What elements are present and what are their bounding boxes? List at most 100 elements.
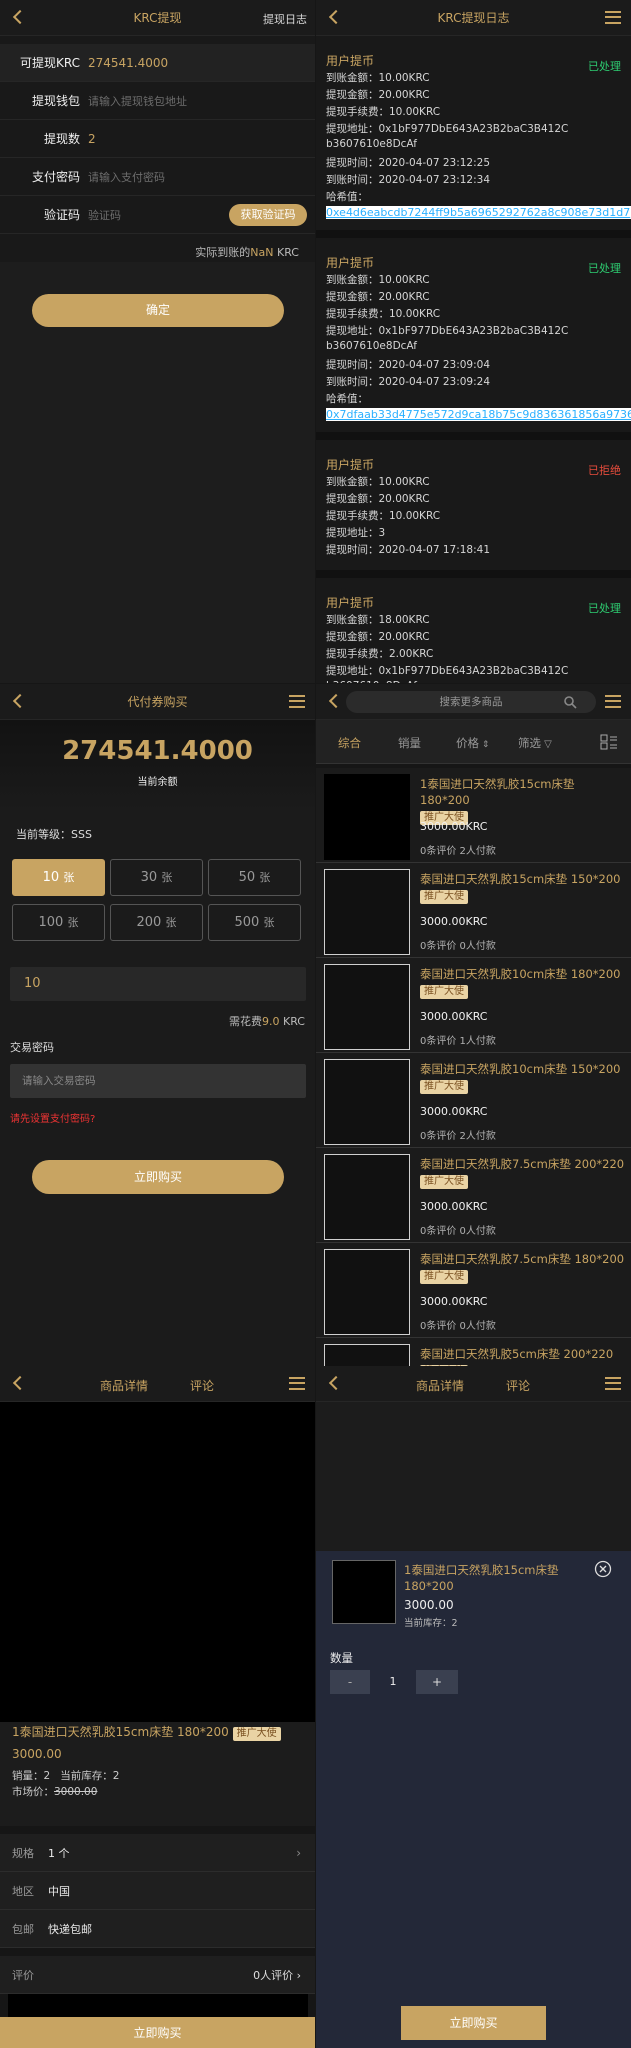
log-line: 提现金额：20.00KRC xyxy=(326,89,430,101)
fee-text: 需花费9.0 KRC xyxy=(229,1015,305,1028)
back-icon[interactable] xyxy=(326,693,342,709)
product-price: 3000.00KRC xyxy=(420,1295,488,1308)
product-item[interactable]: 泰国进口天然乳胶10cm床垫 180*200 推广大使 3000.00KRC 0条评价… xyxy=(316,958,631,1053)
product-price: 3000.00KRC xyxy=(420,820,488,833)
log-line: 提现时间：2020-04-07 23:12:25 xyxy=(326,157,491,169)
product-price: 3000.00KRC xyxy=(420,1105,488,1118)
log-line: 提现地址：0x1bF977DbE643A23B2baC3B412C xyxy=(326,665,569,677)
trade-password-input[interactable]: 请输入交易密码 xyxy=(10,1064,306,1098)
code-input[interactable]: 验证码 xyxy=(88,207,121,223)
header: 商品详情 评论 xyxy=(316,1366,631,1402)
level-text: 当前等级：SSS xyxy=(16,828,92,841)
review-row[interactable]: 评价 0人评价 › xyxy=(0,1956,315,1994)
menu-icon[interactable] xyxy=(289,695,305,708)
product-item[interactable]: 泰国进口天然乳胶10cm床垫 150*200 推广大使 3000.00KRC 0条评价… xyxy=(316,1053,631,1148)
product-image xyxy=(324,964,410,1050)
log-line: 到账金额：10.00KRC xyxy=(326,72,430,84)
product-meta: 0条评价 2人付款 xyxy=(420,846,496,857)
tab-general[interactable]: 综合 xyxy=(338,735,361,751)
back-icon[interactable] xyxy=(326,1375,342,1391)
back-icon[interactable] xyxy=(10,693,26,709)
wallet-input[interactable]: 请输入提现钱包地址 xyxy=(88,93,187,109)
layout-toggle-icon[interactable] xyxy=(600,734,618,750)
withdraw-log-link[interactable]: 提现日志 xyxy=(263,11,307,27)
hash-link[interactable]: 0xe4d6eabcdb7244ff9b5a6965292762a8c908e7… xyxy=(326,206,631,219)
menu-icon[interactable] xyxy=(605,1377,621,1390)
back-icon[interactable] xyxy=(10,1375,26,1391)
balance-amount: 274541.4000 xyxy=(62,736,253,766)
confirm-button[interactable]: 确定 xyxy=(32,294,284,327)
minus-button[interactable]: - xyxy=(330,1670,370,1694)
log-title: 用户提币 xyxy=(326,458,375,472)
log-line: 提现手续费：2.00KRC xyxy=(326,648,434,660)
close-icon[interactable] xyxy=(594,1560,612,1578)
buy-now-button[interactable]: 立即购买 xyxy=(0,2017,315,2048)
log-status: 已处理 xyxy=(588,60,621,73)
plus-button[interactable]: + xyxy=(416,1670,458,1694)
hash-link[interactable]: 0x7dfaab33d4775e572d9ca18b75c9d836361856… xyxy=(326,408,631,421)
menu-icon[interactable] xyxy=(605,695,621,708)
log-line: 提现手续费：10.00KRC xyxy=(326,106,441,118)
product-item[interactable]: 泰国进口天然乳胶7.5cm床垫 180*200 推广大使 3000.00KRC 0条评… xyxy=(316,1243,631,1338)
promo-tag: 推广大使 xyxy=(420,890,468,904)
product-price: 3000.00 xyxy=(12,1747,62,1761)
quantity-chip[interactable]: 30 张 xyxy=(110,859,203,896)
log-line: 提现金额：20.00KRC xyxy=(326,493,430,505)
tab-comment[interactable]: 评论 xyxy=(190,1377,214,1394)
product-name: 泰国进口天然乳胶10cm床垫 150*200 推广大使 xyxy=(420,1062,621,1094)
quantity-chip[interactable]: 10 张 xyxy=(12,859,105,896)
password-label: 支付密码 xyxy=(31,170,80,184)
product-name: 泰国进口天然乳胶7.5cm床垫 200*220 推广大使 xyxy=(420,1157,625,1189)
log-line: 到账金额：18.00KRC xyxy=(326,614,430,626)
tab-price[interactable]: 价格 ⇕ xyxy=(456,735,489,751)
product-item[interactable]: 泰国进口天然乳胶5cm床垫 200*220推广大使 xyxy=(316,1338,631,1367)
buy-now-button[interactable]: 立即购买 xyxy=(32,1160,284,1194)
arrival-text: 实际到账的NaN KRC xyxy=(195,246,299,259)
product-item[interactable]: 泰国进口天然乳胶15cm床垫 150*200 推广大使 3000.00KRC 0条评价… xyxy=(316,863,631,958)
quantity-chip[interactable]: 100 张 xyxy=(12,904,105,941)
menu-icon[interactable] xyxy=(605,11,621,24)
shipping-row: 包邮 快递包邮 xyxy=(0,1910,315,1948)
sort-icon: ⇕ xyxy=(479,740,490,750)
spec-row[interactable]: 规格 1 个 › xyxy=(0,1834,315,1872)
sales-stock: 销量：2 当前库存：2 xyxy=(12,1770,120,1782)
quantity-input[interactable]: 10 xyxy=(10,967,306,1001)
search-icon[interactable] xyxy=(563,695,577,709)
password-input[interactable]: 请输入支付密码 xyxy=(88,169,165,185)
log-line: 提现地址：0x1bF977DbE643A23B2baC3B412C xyxy=(326,123,569,135)
balance-value: 274541.4000 xyxy=(88,55,169,70)
set-password-link[interactable]: 请先设置支付密码? xyxy=(10,1110,95,1125)
product-meta: 0条评价 0人付款 xyxy=(420,1226,496,1237)
product-item[interactable]: 泰国进口天然乳胶7.5cm床垫 200*220 推广大使 3000.00KRC 0条评… xyxy=(316,1148,631,1243)
back-icon[interactable] xyxy=(326,9,342,25)
product-image xyxy=(324,1344,410,1367)
region-row: 地区 中国 xyxy=(0,1872,315,1910)
quantity-chip[interactable]: 500 张 xyxy=(208,904,301,941)
tab-comment[interactable]: 评论 xyxy=(506,1377,530,1394)
log-line: 到账金额：10.00KRC xyxy=(326,476,430,488)
product-meta: 0条评价 0人付款 xyxy=(420,1321,496,1332)
product-price: 3000.00KRC xyxy=(420,915,488,928)
balance-row: 可提现KRC 274541.4000 xyxy=(0,44,315,82)
quantity-chip[interactable]: 200 张 xyxy=(110,904,203,941)
get-code-button[interactable]: 获取验证码 xyxy=(229,204,307,226)
sheet-price: 3000.00 xyxy=(404,1598,454,1612)
header: 搜索更多商品 xyxy=(316,684,631,720)
back-icon[interactable] xyxy=(10,9,26,25)
log-line: 到账时间：2020-04-07 23:12:34 xyxy=(326,174,491,186)
tab-sales[interactable]: 销量 xyxy=(398,735,421,751)
menu-icon[interactable] xyxy=(289,1377,305,1390)
amount-input[interactable]: 2 xyxy=(88,132,96,146)
search-input[interactable]: 搜索更多商品 xyxy=(346,691,596,713)
tab-filter[interactable]: 筛选 ▽ xyxy=(518,735,552,751)
product-image xyxy=(324,1154,410,1240)
tab-detail[interactable]: 商品详情 xyxy=(100,1377,148,1394)
quantity-chip[interactable]: 50 张 xyxy=(208,859,301,896)
tab-detail[interactable]: 商品详情 xyxy=(416,1377,464,1394)
quantity-value[interactable]: 1 xyxy=(370,1670,416,1694)
buy-now-button[interactable]: 立即购买 xyxy=(401,2006,546,2040)
balance-label: 当前余额 xyxy=(137,777,178,788)
log-entry: 用户提币 已处理 到账金额：10.00KRC 提现金额：20.00KRC 提现手续费：1… xyxy=(316,246,631,440)
product-item[interactable]: 1泰国进口天然乳胶15cm床垫 180*200 推广大使 3000.00KRC 0条评… xyxy=(316,768,631,863)
code-row: 验证码 验证码 获取验证码 xyxy=(0,196,315,234)
